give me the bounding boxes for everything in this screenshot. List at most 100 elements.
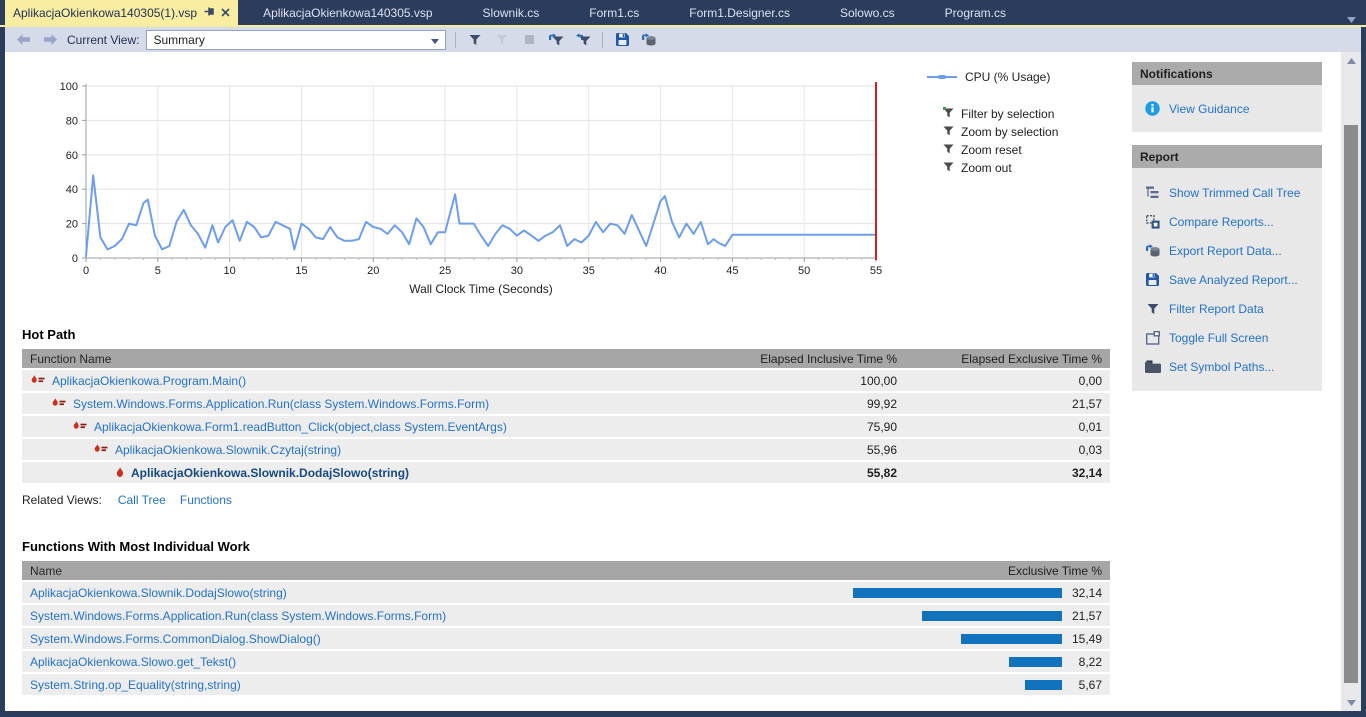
svg-text:100: 100: [60, 81, 78, 93]
svg-text:10: 10: [224, 265, 236, 277]
export-icon[interactable]: [639, 30, 659, 50]
sidebar-link-toggle-full-screen[interactable]: Toggle Full Screen: [1144, 323, 1322, 352]
functions-table-header: Name Exclusive Time %: [22, 561, 1110, 582]
flame-arrow-icon: [30, 375, 47, 386]
related-links: Call Tree Functions: [118, 493, 232, 507]
legend-funnel-icon: [943, 125, 954, 139]
chart-action-zoom-out[interactable]: Zoom out: [943, 161, 1058, 174]
save-icon[interactable]: [612, 30, 632, 50]
function-link[interactable]: AplikacjaOkienkowa.Slownik.Czytaj(string…: [115, 443, 341, 457]
tab-solowo-cs[interactable]: Solowo.cs: [815, 0, 920, 25]
sidebar-link-label: Save Analyzed Report...: [1169, 273, 1298, 287]
current-view-dropdown[interactable]: Summary: [146, 30, 446, 50]
exclusive-time-value: 15,49: [1062, 632, 1110, 646]
flame-arrow-icon: [51, 398, 68, 409]
hot-path-row: AplikacjaOkienkowa.Slownik.DodajSlowo(st…: [22, 462, 1110, 485]
sidebar-link-export-report-data[interactable]: Export Report Data...: [1144, 236, 1322, 265]
svg-text:5: 5: [155, 265, 161, 277]
function-link[interactable]: AplikacjaOkienkowa.Slowo.get_Tekst(): [30, 655, 236, 669]
tab-slownik-cs[interactable]: Slownik.cs: [458, 0, 565, 25]
exclusive-time-value: 8,22: [1062, 655, 1110, 669]
filter-icon: [1144, 303, 1161, 315]
flame-arrow-icon: [93, 444, 110, 455]
filter-arrow-right-icon[interactable]: [573, 30, 593, 50]
cpu-usage-chart[interactable]: 0204060801000510152025303540455055Wall C…: [5, 60, 925, 310]
legend-funnel-icon: [943, 143, 954, 157]
scrollbar-thumb[interactable]: [1344, 125, 1358, 683]
inclusive-time-value: 55,82: [700, 466, 905, 480]
profiler-window: AplikacjaOkienkowa140305(1).vsp Aplikacj…: [0, 0, 1366, 717]
toolbar-separator: [602, 32, 603, 48]
report-toolbar: Current View: Summary: [5, 27, 1361, 52]
fullscreen-icon: [1144, 331, 1161, 345]
sidebar-link-filter-report-data[interactable]: Filter Report Data: [1144, 294, 1322, 323]
svg-text:50: 50: [798, 265, 810, 277]
function-link[interactable]: System.Windows.Forms.Application.Run(cla…: [30, 609, 446, 623]
hot-path-row: AplikacjaOkienkowa.Program.Main()100,000…: [22, 370, 1110, 393]
chart-action-zoom-by-selection[interactable]: Zoom by selection: [943, 125, 1058, 138]
function-row: AplikacjaOkienkowa.Slownik.DodajSlowo(st…: [22, 582, 1110, 605]
related-view-functions[interactable]: Functions: [180, 493, 232, 507]
inclusive-time-value: 99,92: [700, 397, 905, 411]
scroll-up-icon[interactable]: [1341, 52, 1361, 69]
sidebar-link-label: Show Trimmed Call Tree: [1169, 186, 1300, 200]
chart-action-label: Filter by selection: [961, 107, 1054, 121]
function-link[interactable]: AplikacjaOkienkowa.Slownik.DodajSlowo(st…: [131, 466, 409, 480]
scroll-down-icon[interactable]: [1341, 694, 1361, 711]
close-icon[interactable]: [221, 6, 230, 20]
filter-icon[interactable]: [465, 30, 485, 50]
forward-icon[interactable]: [40, 30, 60, 50]
chart-legend: CPU (% Usage): [927, 70, 1050, 84]
exclusive-time-value: 32,14: [1062, 586, 1110, 600]
sidebar-link-save-analyzed-report[interactable]: Save Analyzed Report...: [1144, 265, 1322, 294]
chart-actions: Filter by selection Zoom by selection Zoom…: [943, 107, 1058, 174]
hot-path-table-header: Function Name Elapsed Inclusive Time % E…: [22, 349, 1110, 370]
svg-text:80: 80: [66, 115, 78, 127]
document-tab-bar: AplikacjaOkienkowa140305(1).vsp Aplikacj…: [0, 0, 1366, 25]
stop-icon: [519, 30, 539, 50]
exclusive-time-value: 5,67: [1062, 678, 1110, 692]
exclusive-time-bar: [853, 588, 1062, 598]
svg-text:0: 0: [72, 253, 78, 265]
legend-funnel-icon: [943, 161, 954, 175]
tab-active-report[interactable]: AplikacjaOkienkowa140305(1).vsp: [5, 0, 238, 25]
tab-form1-designer-cs[interactable]: Form1.Designer.cs: [664, 0, 815, 25]
function-link[interactable]: System.String.op_Equality(string,string): [30, 678, 241, 692]
hot-path-table: Function Name Elapsed Inclusive Time % E…: [22, 349, 1110, 485]
svg-text:15: 15: [295, 265, 307, 277]
sidebar: Notifications View Guidance Report Show …: [1132, 62, 1322, 391]
back-icon[interactable]: [13, 30, 33, 50]
chart-action-zoom-reset[interactable]: Zoom reset: [943, 143, 1058, 156]
svg-text:20: 20: [367, 265, 379, 277]
report-header: Report: [1132, 145, 1322, 168]
related-view-call-tree[interactable]: Call Tree: [118, 493, 166, 507]
chevron-down-icon: [431, 33, 439, 47]
tab-aplikacjaokienkowa140305-vsp[interactable]: AplikacjaOkienkowa140305.vsp: [238, 0, 457, 25]
exclusive-time-bar: [1025, 680, 1062, 690]
col-exclusive: Elapsed Exclusive Time %: [905, 352, 1110, 366]
current-view-label: Current View:: [67, 33, 139, 47]
function-link[interactable]: System.Windows.Forms.Application.Run(cla…: [73, 397, 489, 411]
inclusive-time-value: 100,00: [700, 374, 905, 388]
filter-arrow-left-icon[interactable]: [546, 30, 566, 50]
sidebar-link-set-symbol-paths[interactable]: Set Symbol Paths...: [1144, 352, 1322, 381]
svg-text:60: 60: [66, 150, 78, 162]
sidebar-link-view-guidance[interactable]: View Guidance: [1144, 94, 1250, 123]
flame-icon: [114, 467, 126, 479]
pin-icon[interactable]: [204, 6, 214, 20]
sidebar-link-show-trimmed-call-tree[interactable]: Show Trimmed Call Tree: [1144, 178, 1322, 207]
svg-text:45: 45: [726, 265, 738, 277]
chart-action-filter-by-selection[interactable]: Filter by selection: [943, 107, 1058, 120]
function-link[interactable]: AplikacjaOkienkowa.Slownik.DodajSlowo(st…: [30, 586, 287, 600]
related-views: Related Views: Call TreeFunctions: [22, 493, 232, 507]
tab-form1-cs[interactable]: Form1.cs: [564, 0, 664, 25]
exclusive-time-bar: [1009, 657, 1062, 667]
exclusive-time-bar: [922, 611, 1062, 621]
function-link[interactable]: AplikacjaOkienkowa.Program.Main(): [52, 374, 246, 388]
sidebar-link-label: Set Symbol Paths...: [1169, 360, 1274, 374]
tab-program-cs[interactable]: Program.cs: [920, 0, 1031, 25]
sidebar-link-compare-reports[interactable]: Compare Reports...: [1144, 207, 1322, 236]
function-link[interactable]: System.Windows.Forms.CommonDialog.ShowDi…: [30, 632, 321, 646]
vertical-scrollbar[interactable]: [1341, 52, 1361, 711]
function-link[interactable]: AplikacjaOkienkowa.Form1.readButton_Clic…: [94, 420, 507, 434]
